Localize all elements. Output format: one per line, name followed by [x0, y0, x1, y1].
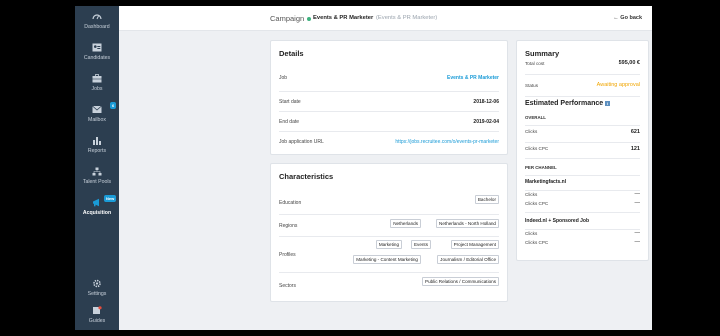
channel-cpc-value: — — [634, 200, 641, 206]
sidebar-item-guides[interactable]: Guides — [75, 306, 119, 324]
characteristics-card: Characteristics Education Bachelor Regio… — [270, 163, 508, 302]
status-label: Status — [525, 83, 539, 88]
sidebar-item-talent-pools[interactable]: Talent Pools — [75, 167, 119, 185]
detail-row-job: Job Events & PR Marketer — [279, 68, 499, 88]
page-subtitle: (Events & PR Marketer) — [376, 15, 438, 21]
char-label: Profiles — [279, 252, 296, 258]
total-cost-value: 595,00 € — [618, 60, 640, 66]
sidebar-item-label: Guides — [88, 318, 106, 324]
profile-tag: Project Management — [450, 240, 499, 249]
profile-tag: Marketing — [375, 240, 402, 249]
detail-row-start-date: Start date 2018-12-06 — [279, 91, 499, 111]
gear-icon — [93, 279, 101, 288]
sidebar-item-label: Candidates — [83, 55, 111, 61]
summary-title: Summary — [525, 49, 560, 58]
mail-icon — [92, 105, 102, 113]
bar-chart-icon — [93, 137, 101, 145]
summary-card: Summary Total cost 595,00 € Status Await… — [516, 40, 649, 261]
sidebar-item-label: Jobs — [91, 86, 103, 92]
channel-cpc-value: — — [634, 239, 641, 245]
profile-tag: Journalism / Editorial Office — [437, 255, 499, 264]
sidebar-item-label: Talent Pools — [82, 179, 112, 185]
channel-name: Indeed.nl + Sponsored Job — [525, 218, 590, 224]
sidebar-item-label: Reports — [87, 148, 107, 154]
sidebar-item-label: Settings — [87, 291, 107, 297]
sector-tag: Public Relations / Communications — [422, 277, 499, 286]
char-label: Sectors — [279, 283, 296, 289]
dashboard-icon — [92, 14, 102, 20]
details-card: Details Job Events & PR Marketer Start d… — [270, 40, 508, 155]
job-link[interactable]: Events & PR Marketer — [447, 75, 499, 81]
per-channel-label: PER CHANNEL — [525, 165, 557, 170]
detail-label: Job application URL — [279, 139, 324, 145]
total-cost-label: Total cost — [525, 61, 545, 66]
clicks-label: Clicks — [525, 129, 538, 134]
id-card-icon — [92, 43, 102, 52]
channel-cpc-label: Clicks CPC — [525, 201, 549, 206]
channel-clicks-label: Clicks — [525, 192, 538, 197]
end-date-value: 2019-02-04 — [473, 119, 499, 125]
new-badge: New — [104, 195, 117, 202]
briefcase-icon — [92, 74, 102, 83]
clicks-cpc-label: Clicks CPC — [525, 146, 549, 151]
app-window: Dashboard Candidates Jobs Mailbox 6 Repo… — [75, 6, 652, 330]
info-icon[interactable]: i — [605, 100, 611, 106]
char-row-regions: Regions Netherlands Netherlands - North … — [279, 214, 499, 236]
detail-label: Job — [279, 75, 288, 81]
sidebar-item-candidates[interactable]: Candidates — [75, 43, 119, 61]
channel-clicks-label: Clicks — [525, 231, 538, 236]
status-badge: Awaiting approval — [596, 82, 640, 88]
char-row-sectors: Sectors Public Relations / Communication… — [279, 272, 499, 296]
channel-clicks-value: — — [634, 230, 641, 236]
clicks-value: 621 — [630, 129, 640, 135]
estimated-performance-title: Estimated Performance i — [525, 100, 611, 107]
sidebar-item-label: Dashboard — [84, 24, 110, 30]
detail-label: End date — [279, 119, 300, 125]
page-title: Events & PR Marketer — [313, 15, 374, 21]
overall-label: OVERALL — [525, 115, 546, 120]
go-back-label: Go back — [620, 15, 642, 21]
characteristics-title: Characteristics — [279, 172, 334, 181]
megaphone-icon — [93, 198, 99, 207]
breadcrumb-campaign[interactable]: Campaign — [270, 14, 304, 23]
sidebar-item-dashboard[interactable]: Dashboard — [75, 12, 119, 30]
sidebar-item-settings[interactable]: Settings — [75, 279, 119, 297]
sidebar: Dashboard Candidates Jobs Mailbox 6 Repo… — [75, 6, 119, 330]
status-dot — [307, 17, 311, 21]
char-row-education: Education Bachelor — [279, 192, 499, 214]
performance-title-text: Estimated Performance — [525, 100, 604, 107]
char-label: Regions — [279, 223, 298, 229]
channel-cpc-label: Clicks CPC — [525, 240, 549, 245]
sidebar-item-label: Mailbox — [88, 117, 106, 123]
top-bar: Campaign Events & PR Marketer (Events & … — [119, 6, 652, 31]
channel-name: Marketingfacts.nl — [525, 179, 567, 185]
profile-tag: Events — [410, 240, 431, 249]
mailbox-count-badge: 6 — [110, 102, 117, 109]
char-row-profiles: Profiles Marketing Events Project Manage… — [279, 236, 499, 272]
profile-tag: Marketing - Content Marketing — [353, 255, 421, 264]
education-tag: Bachelor — [474, 195, 499, 204]
channel-clicks-value: — — [634, 191, 641, 197]
sidebar-item-reports[interactable]: Reports — [75, 136, 119, 154]
detail-row-url: Job application URL https://jobs.recruit… — [279, 131, 499, 151]
guides-icon — [93, 306, 102, 314]
char-label: Education — [279, 200, 302, 206]
clicks-cpc-value: 121 — [630, 146, 640, 152]
details-title: Details — [279, 49, 304, 58]
hierarchy-icon — [92, 167, 102, 176]
job-application-url-link[interactable]: https://jobs.recruitee.com/o/events-pr-m… — [395, 139, 499, 145]
start-date-value: 2018-12-06 — [473, 99, 499, 105]
region-tag: Netherlands - North Holland — [436, 219, 499, 228]
region-tag: Netherlands — [390, 219, 421, 228]
go-back-button[interactable]: ← Go back — [613, 15, 642, 21]
detail-label: Start date — [279, 99, 301, 105]
sidebar-item-jobs[interactable]: Jobs — [75, 74, 119, 92]
detail-row-end-date: End date 2019-02-04 — [279, 111, 499, 131]
sidebar-item-label: Acquisition — [82, 210, 112, 216]
